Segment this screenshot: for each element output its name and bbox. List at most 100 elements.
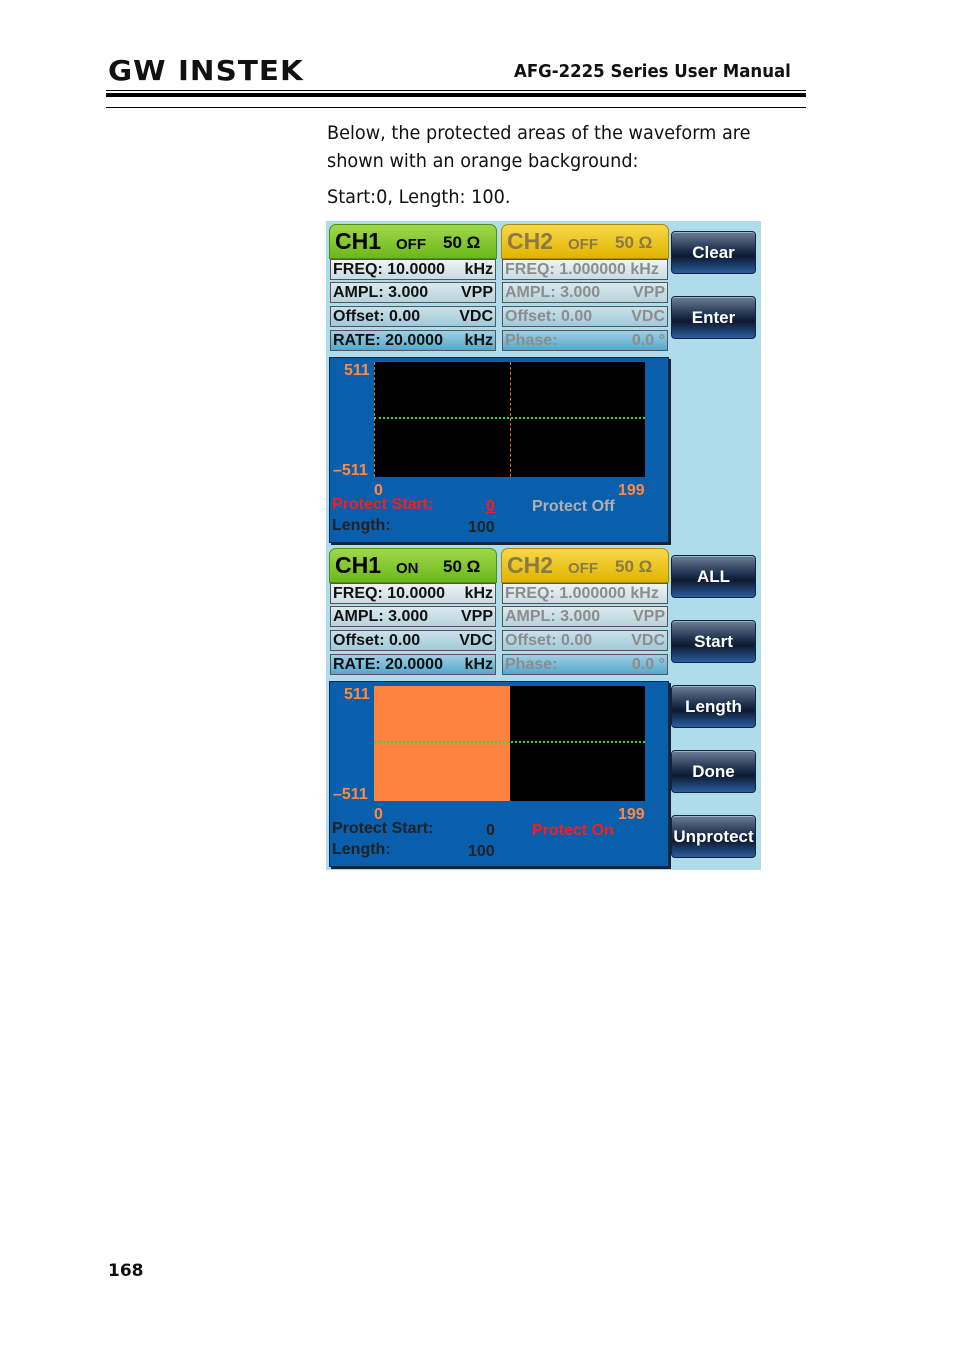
param-label: Offset: 0.00: [505, 632, 593, 649]
x-axis-max-label: 199: [618, 806, 645, 823]
param-label: FREQ: 10.0000: [333, 261, 446, 278]
ch1-param-row[interactable]: RATE: 20.0000 kHz: [330, 654, 496, 675]
ch2-name: CH2: [507, 228, 554, 254]
waveform-plot[interactable]: [374, 686, 645, 801]
softkey-clear-button[interactable]: Clear: [671, 231, 756, 274]
param-unit: kHz: [464, 332, 493, 349]
ch1-impedance: 50 Ω: [443, 233, 481, 252]
gw-instek-logo: GW INSTEK: [108, 54, 304, 87]
length-value[interactable]: 100: [468, 519, 495, 537]
ch1-output-state: OFF: [396, 236, 426, 253]
afg-screen-2: CH1 ON 50 Ω FREQ: 10.0000 kHz AMPL: 3.00…: [326, 545, 761, 870]
waveform-plot[interactable]: [374, 362, 645, 477]
param-unit: VPP: [632, 284, 665, 301]
param-unit: VPP: [460, 284, 493, 301]
param-label: FREQ: 10.0000: [333, 585, 446, 602]
ch1-name: CH1: [335, 228, 382, 254]
ch1-output-state: ON: [396, 560, 419, 577]
waveform-graph-panel: 511 –511 0 199 Protect Start: 0 Length: …: [329, 681, 669, 867]
softkey-start-button[interactable]: Start: [671, 620, 756, 663]
param-unit: VDC: [631, 308, 665, 325]
afg-screen-1: CH1 OFF 50 Ω FREQ: 10.0000 kHz AMPL: 3.0…: [326, 221, 761, 546]
protected-area: [374, 686, 510, 801]
param-label: AMPL: 3.000: [333, 284, 429, 301]
protect-status: Protect Off: [532, 498, 615, 515]
ch2-header[interactable]: CH2 OFF 50 Ω: [501, 548, 669, 583]
param-label: RATE: 20.0000: [333, 656, 443, 673]
length-label: Length:: [332, 841, 391, 858]
softkey-enter-button[interactable]: Enter: [671, 296, 756, 339]
ch2-param-row[interactable]: AMPL: 3.000 VPP: [502, 606, 668, 627]
ch1-param-row[interactable]: AMPL: 3.000 VPP: [330, 282, 496, 303]
param-unit: VPP: [460, 608, 493, 625]
ch1-param-row[interactable]: Offset: 0.00 VDC: [330, 630, 496, 651]
paragraph-line-1: Below, the protected areas of the wavefo…: [327, 122, 751, 144]
ch1-param-row[interactable]: Offset: 0.00 VDC: [330, 306, 496, 327]
param-label: AMPL: 3.000: [505, 284, 601, 301]
ch2-param-row[interactable]: FREQ: 1.000000 kHz: [502, 583, 668, 604]
x-axis-max-label: 199: [618, 482, 645, 499]
param-unit: 0.0 °: [631, 332, 665, 349]
caption-start-length: Start:0, Length: 100.: [327, 186, 511, 208]
ch2-param-row[interactable]: Offset: 0.00 VDC: [502, 306, 668, 327]
y-axis-min-label: –511: [333, 462, 368, 479]
param-unit: VPP: [632, 608, 665, 625]
ch1-header[interactable]: CH1 OFF 50 Ω: [329, 224, 497, 259]
softkey-done-button[interactable]: Done: [671, 750, 756, 793]
ch1-param-row[interactable]: FREQ: 10.0000 kHz: [330, 259, 496, 280]
y-axis-max-label: 511: [344, 362, 370, 379]
param-label: FREQ: 1.000000 kHz: [505, 261, 659, 278]
waveform-line: [374, 741, 645, 743]
ch1-param-row[interactable]: FREQ: 10.0000 kHz: [330, 583, 496, 604]
param-label: AMPL: 3.000: [505, 608, 601, 625]
param-label: FREQ: 1.000000 kHz: [505, 585, 659, 602]
protect-start-value[interactable]: 0: [486, 822, 495, 840]
page-number: 168: [108, 1261, 144, 1281]
paragraph-line-2: shown with an orange background:: [327, 150, 639, 172]
ch2-impedance: 50 Ω: [615, 557, 653, 576]
param-unit: VDC: [459, 308, 493, 325]
ch2-param-row[interactable]: Offset: 0.00 VDC: [502, 630, 668, 651]
length-value[interactable]: 100: [468, 843, 495, 861]
length-label: Length:: [332, 517, 391, 534]
y-axis-min-label: –511: [333, 786, 368, 803]
param-label: Phase:: [505, 332, 558, 349]
ch2-param-row[interactable]: Phase: 0.0 °: [502, 330, 668, 351]
param-unit: kHz: [464, 656, 493, 673]
protect-end-marker: [509, 362, 511, 477]
ch2-name: CH2: [507, 552, 554, 578]
param-label: Phase:: [505, 656, 558, 673]
ch2-param-row[interactable]: Phase: 0.0 °: [502, 654, 668, 675]
manual-title: AFG-2225 Series User Manual: [514, 61, 791, 82]
header-rule-top: [106, 90, 806, 91]
param-unit: kHz: [464, 585, 493, 602]
param-unit: kHz: [464, 261, 493, 278]
param-unit: VDC: [459, 632, 493, 649]
protect-start-value[interactable]: 0: [486, 498, 495, 516]
softkey-all-button[interactable]: ALL: [671, 555, 756, 598]
softkey-length-button[interactable]: Length: [671, 685, 756, 728]
param-unit: VDC: [631, 632, 665, 649]
protect-start-label: Protect Start:: [332, 820, 434, 837]
protect-start-label: Protect Start:: [332, 496, 434, 513]
param-label: Offset: 0.00: [333, 632, 421, 649]
ch2-header[interactable]: CH2 OFF 50 Ω: [501, 224, 669, 259]
ch1-param-row[interactable]: AMPL: 3.000 VPP: [330, 606, 496, 627]
waveform-line: [374, 417, 645, 419]
param-label: AMPL: 3.000: [333, 608, 429, 625]
ch2-impedance: 50 Ω: [615, 233, 653, 252]
ch1-param-row[interactable]: RATE: 20.0000 kHz: [330, 330, 496, 351]
ch1-header[interactable]: CH1 ON 50 Ω: [329, 548, 497, 583]
header-rule-thick: [106, 93, 806, 97]
param-label: Offset: 0.00: [333, 308, 421, 325]
ch2-param-row[interactable]: FREQ: 1.000000 kHz: [502, 259, 668, 280]
header-rule-bottom: [106, 107, 806, 108]
protect-status: Protect On: [532, 822, 614, 839]
ch2-output-state: OFF: [568, 236, 598, 253]
protect-start-marker: [374, 362, 375, 477]
ch1-impedance: 50 Ω: [443, 557, 481, 576]
softkey-unprotect-button[interactable]: Unprotect: [671, 815, 756, 858]
param-label: Offset: 0.00: [505, 308, 593, 325]
ch2-param-row[interactable]: AMPL: 3.000 VPP: [502, 282, 668, 303]
ch2-output-state: OFF: [568, 560, 598, 577]
